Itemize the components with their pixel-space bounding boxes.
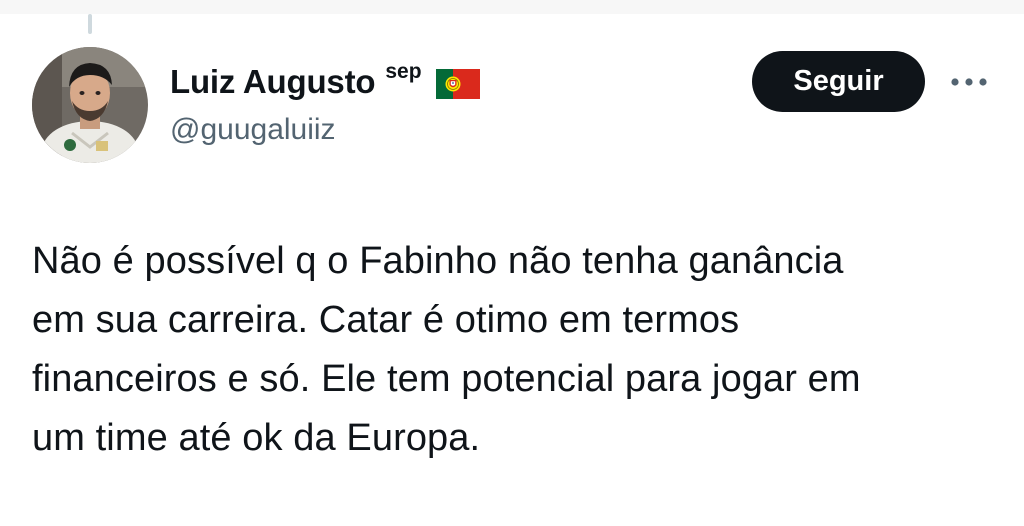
top-strip (0, 0, 1024, 14)
portugal-flag-icon (435, 69, 480, 99)
more-horizontal-icon[interactable] (948, 72, 990, 92)
author-handle[interactable]: @guugaluiiz (170, 110, 336, 150)
tweet-text-line: Não é possível q o Fabinho não tenha gan… (32, 240, 844, 282)
avatar[interactable] (32, 47, 148, 163)
thread-connector-line (88, 14, 92, 34)
tweet-text: Não é possível q o Fabinho não tenha gan… (32, 232, 1007, 468)
author-display-name[interactable]: Luiz Augusto (170, 60, 376, 104)
follow-button[interactable]: Seguir (752, 51, 925, 112)
tweet-text-line: um time até ok da Europa. (32, 417, 481, 459)
author-name-suffix: sep (385, 60, 422, 83)
tweet-text-line: financeiros e só. Ele tem potencial para… (32, 358, 861, 400)
tweet-text-line: em sua carreira. Catar é otimo em termos (32, 299, 740, 341)
user-avatar-icon (32, 47, 148, 163)
author-name-row: Luiz Augusto sep (170, 60, 480, 104)
